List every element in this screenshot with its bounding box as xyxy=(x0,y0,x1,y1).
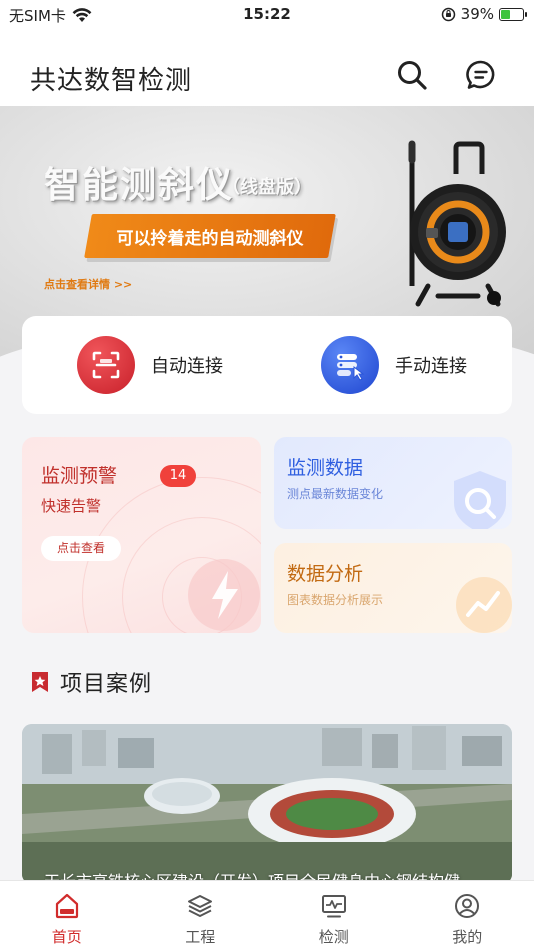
app-header: 共达数智检测 xyxy=(0,30,534,106)
tab-profile-label: 我的 xyxy=(452,928,483,946)
message-icon[interactable] xyxy=(464,58,498,92)
battery-level xyxy=(501,9,510,19)
battery-percent: 39% xyxy=(460,5,494,23)
monitoring-data-card[interactable]: 监测数据 测点最新数据变化 xyxy=(274,437,512,529)
data-analysis-card[interactable]: 数据分析 图表数据分析展示 xyxy=(274,543,512,633)
tab-projects-label: 工程 xyxy=(185,928,216,946)
tab-home[interactable]: 首页 xyxy=(0,881,134,950)
tab-projects[interactable]: 工程 xyxy=(134,881,268,950)
monitoring-warning-subtitle: 快速告警 xyxy=(41,497,102,515)
page-title: 共达数智检测 xyxy=(30,66,193,96)
monitoring-data-title: 监测数据 xyxy=(287,457,364,479)
banner-title: 智能测斜仪 xyxy=(44,165,235,206)
search-icon[interactable] xyxy=(395,58,429,92)
data-analysis-subtitle: 图表数据分析展示 xyxy=(287,593,384,607)
monitoring-data-subtitle: 测点最新数据变化 xyxy=(287,487,384,501)
warning-count-badge: 14 xyxy=(160,465,196,487)
view-warnings-button[interactable]: 点击查看 xyxy=(41,536,121,561)
connect-card: 自动连接 手动连接 xyxy=(22,316,512,414)
monitor-icon xyxy=(321,895,346,918)
scan-icon xyxy=(77,336,135,394)
project-cases-header: 项目案例 xyxy=(30,666,152,698)
tab-profile[interactable]: 我的 xyxy=(401,881,534,950)
tab-inspection[interactable]: 检测 xyxy=(267,881,401,950)
bottom-tab-bar: 首页 工程 检测 我的 xyxy=(0,880,534,950)
monitoring-warning-card[interactable]: 监测预警 14 快速告警 点击查看 xyxy=(22,437,261,633)
status-bar: 无SIM卡 15:22 39% xyxy=(0,0,534,30)
manual-connect-icon xyxy=(321,336,379,394)
orientation-lock-icon xyxy=(441,7,455,21)
chart-analysis-icon xyxy=(456,577,512,633)
profile-icon xyxy=(455,894,480,918)
stadium-aerial-image xyxy=(22,724,512,884)
magnifier-shield-icon xyxy=(454,471,506,529)
star-shield-icon xyxy=(32,672,48,692)
data-analysis-title: 数据分析 xyxy=(287,563,364,585)
manual-connect-button[interactable]: 手动连接 xyxy=(321,336,467,394)
section-title: 项目案例 xyxy=(60,672,153,697)
layers-icon xyxy=(188,895,213,917)
manual-connect-label: 手动连接 xyxy=(395,356,467,377)
banner-details-link[interactable]: 点击查看详情 >> xyxy=(44,276,132,292)
lightning-icon xyxy=(188,559,260,631)
auto-connect-button[interactable]: 自动连接 xyxy=(77,336,223,394)
inclinometer-reel-image xyxy=(408,140,506,307)
project-case-card[interactable]: 天长市高铁核心区建设（开发）项目全民健身中心钢结构健 xyxy=(22,724,512,884)
monitoring-warning-title: 监测预警 xyxy=(41,465,118,487)
home-icon xyxy=(55,893,78,919)
tab-inspection-label: 检测 xyxy=(318,928,349,946)
battery-icon xyxy=(499,7,527,21)
tab-home-label: 首页 xyxy=(51,928,82,946)
banner-tag: 可以拎着走的自动测斜仪 xyxy=(116,229,304,249)
banner-subtitle: （线盘版） xyxy=(222,177,312,198)
auto-connect-label: 自动连接 xyxy=(151,356,223,377)
